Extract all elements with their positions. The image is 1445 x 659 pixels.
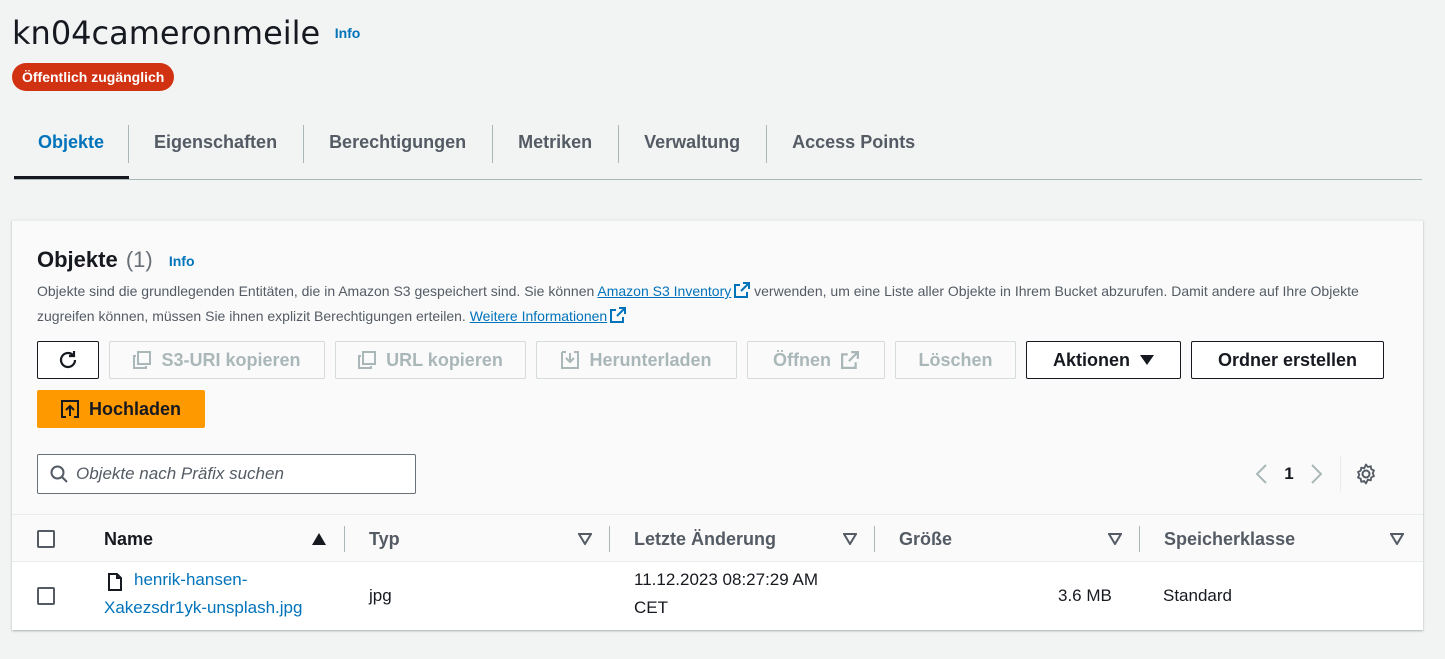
caret-down-icon: [1140, 355, 1154, 365]
tab-objects[interactable]: Objekte: [14, 125, 128, 159]
delete-button[interactable]: Löschen: [895, 341, 1016, 379]
table-row: henrik-hansen- Xakezsdr1yk-unsplash.jpg …: [12, 562, 1423, 630]
panel-description: Objekte sind die grundlegenden Entitäten…: [37, 279, 1407, 329]
object-storage-class: Standard: [1163, 586, 1232, 605]
sort-icon[interactable]: [1390, 533, 1404, 545]
refresh-icon: [59, 351, 77, 369]
column-divider[interactable]: [1139, 526, 1140, 552]
object-count: (1): [125, 247, 153, 272]
pager-divider: [1340, 456, 1341, 492]
copy-icon: [133, 351, 152, 369]
copy-s3-uri-button[interactable]: S3-URI kopieren: [109, 341, 325, 379]
public-access-badge: Öffentlich zugänglich: [12, 63, 175, 91]
upload-icon: [60, 400, 79, 418]
objects-panel: Objekte (1) Info Objekte sind die grundl…: [12, 220, 1423, 630]
search-icon: [50, 465, 68, 483]
tab-management[interactable]: Verwaltung: [618, 125, 766, 163]
object-size: 3.6 MB: [1058, 586, 1112, 605]
chevron-left-icon[interactable]: [1252, 463, 1272, 485]
panel-title-text: Objekte: [37, 247, 118, 272]
active-tab-indicator: [14, 176, 129, 179]
tab-bar: Objekte Eigenschaften Berechtigungen Met…: [14, 125, 1422, 180]
table-header: Name Typ Letzte Änderung Größe Speicherk…: [12, 514, 1423, 562]
actions-dropdown[interactable]: Aktionen: [1026, 341, 1181, 379]
refresh-button[interactable]: [37, 341, 99, 379]
tab-properties[interactable]: Eigenschaften: [128, 125, 303, 163]
pagination: 1: [1252, 456, 1377, 492]
column-divider[interactable]: [609, 526, 610, 552]
tab-metrics[interactable]: Metriken: [492, 125, 618, 163]
column-header-type[interactable]: Typ: [369, 515, 400, 563]
s3-inventory-link[interactable]: Amazon S3 Inventory: [597, 282, 751, 299]
column-divider[interactable]: [874, 526, 875, 552]
column-header-storage-class[interactable]: Speicherklasse: [1164, 515, 1295, 563]
column-header-last-modified[interactable]: Letzte Änderung: [634, 515, 776, 563]
download-button[interactable]: Herunterladen: [536, 341, 737, 379]
open-button[interactable]: Öffnen: [747, 341, 885, 379]
column-header-size[interactable]: Größe: [899, 515, 952, 563]
page-header: kn04cameronmeile Info: [12, 14, 360, 52]
create-folder-button[interactable]: Ordner erstellen: [1191, 341, 1384, 379]
gear-icon[interactable]: [1355, 463, 1377, 485]
column-divider[interactable]: [344, 526, 345, 552]
sort-icon[interactable]: [1108, 533, 1122, 545]
external-link-icon: [610, 307, 627, 323]
prefix-search: [37, 454, 416, 494]
column-header-name[interactable]: Name: [104, 515, 153, 563]
sort-ascending-icon[interactable]: [312, 533, 326, 545]
tab-access-points[interactable]: Access Points: [766, 125, 941, 163]
select-all-checkbox[interactable]: [37, 530, 55, 548]
panel-info-link[interactable]: Info: [169, 253, 195, 269]
upload-button[interactable]: Hochladen: [37, 390, 205, 428]
current-page[interactable]: 1: [1272, 464, 1306, 484]
object-last-modified: 11.12.2023 08:27:29 AM CET: [634, 570, 819, 617]
desc-text-1: Objekte sind die grundlegenden Entitäten…: [37, 283, 598, 299]
row-checkbox[interactable]: [37, 587, 55, 605]
bucket-info-link[interactable]: Info: [335, 25, 361, 41]
object-name-link[interactable]: henrik-hansen- Xakezsdr1yk-unsplash.jpg: [104, 566, 302, 622]
search-input[interactable]: [76, 464, 396, 484]
external-link-icon: [734, 282, 751, 298]
sort-icon[interactable]: [578, 533, 592, 545]
external-link-icon: [841, 351, 859, 369]
bucket-title: kn04cameronmeile: [12, 14, 321, 52]
download-icon: [561, 351, 580, 369]
more-info-link[interactable]: Weitere Informationen: [470, 307, 627, 324]
object-type: jpg: [369, 586, 392, 605]
sort-icon[interactable]: [843, 533, 857, 545]
panel-title: Objekte (1) Info: [37, 247, 195, 273]
copy-url-button[interactable]: URL kopieren: [335, 341, 526, 379]
objects-table: Name Typ Letzte Änderung Größe Speicherk…: [12, 514, 1423, 630]
tab-permissions[interactable]: Berechtigungen: [303, 125, 492, 163]
copy-icon: [358, 351, 377, 369]
chevron-right-icon[interactable]: [1306, 463, 1326, 485]
